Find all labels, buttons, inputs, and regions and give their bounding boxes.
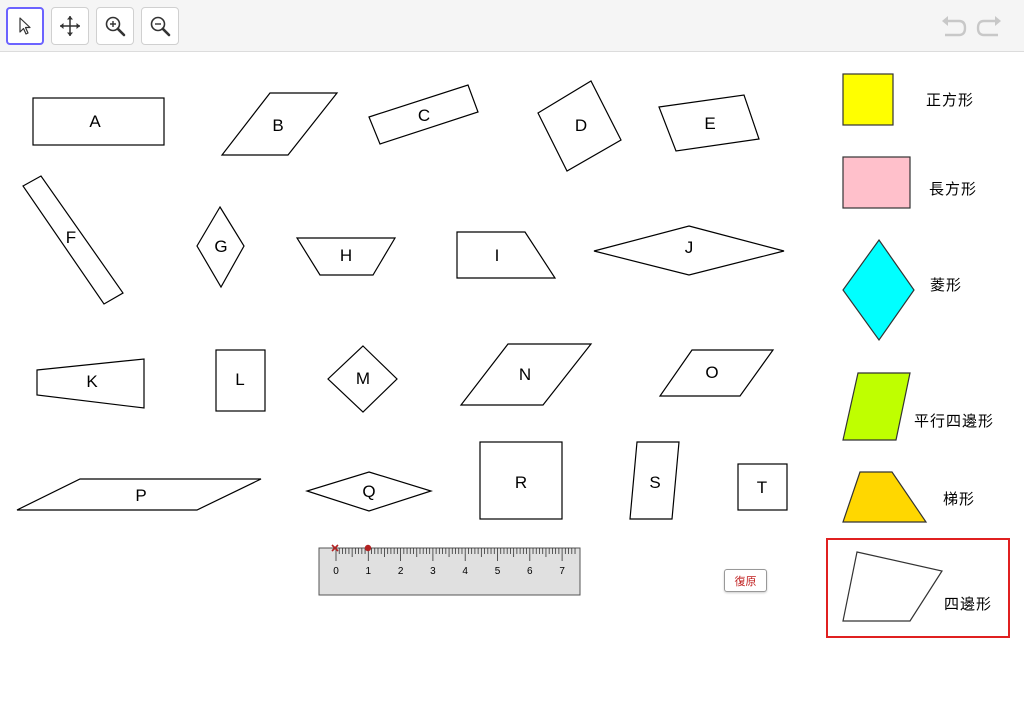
shape-h[interactable]: H bbox=[295, 237, 397, 276]
shape-l-label: L bbox=[235, 370, 244, 389]
category-label-quadrilateral: 四邊形 bbox=[944, 595, 993, 613]
ruler-tick-label: 3 bbox=[430, 566, 436, 577]
zoom-out-icon bbox=[150, 16, 171, 37]
toolbar bbox=[0, 0, 1024, 52]
four-arrows-icon bbox=[60, 16, 80, 36]
category-label-parallelogram: 平行四邊形 bbox=[914, 412, 995, 430]
shape-d[interactable]: D bbox=[537, 80, 622, 172]
ruler-tick-label: 6 bbox=[527, 566, 533, 577]
shape-m-label: M bbox=[356, 369, 370, 388]
rhombus-swatch[interactable] bbox=[842, 238, 915, 342]
shape-a-label: A bbox=[89, 112, 101, 131]
shape-g[interactable]: G bbox=[196, 205, 245, 289]
shape-d-label: D bbox=[575, 116, 587, 135]
shape-p[interactable]: P bbox=[16, 478, 262, 511]
ruler-end-point[interactable] bbox=[364, 544, 372, 552]
selected-category-highlight bbox=[826, 538, 1010, 638]
ruler-tick-label: 2 bbox=[398, 566, 404, 577]
shape-e-label: E bbox=[704, 114, 715, 133]
graphics-view[interactable]: A B C D E F G H I J K L M N O P Q R S T … bbox=[0, 52, 812, 700]
category-panel: 正方形 長方形 菱形 平行四邊形 梯形 四邊形 bbox=[812, 52, 1024, 700]
shape-t-label: T bbox=[757, 478, 767, 497]
shape-j[interactable]: J bbox=[593, 225, 785, 276]
shape-b[interactable]: B bbox=[220, 92, 339, 156]
shape-g-label: G bbox=[214, 237, 227, 256]
shapes-canvas[interactable]: A B C D E F G H I J K L M N O P Q R S T … bbox=[0, 52, 812, 700]
ruler-tick-label: 0 bbox=[333, 566, 339, 577]
shape-c-label: C bbox=[418, 106, 430, 125]
trapezoid-swatch[interactable] bbox=[842, 471, 928, 523]
shape-q-label: Q bbox=[362, 482, 375, 501]
category-label-rhombus: 菱形 bbox=[930, 276, 963, 294]
ruler-tick-label: 4 bbox=[462, 566, 468, 577]
shape-s-label: S bbox=[649, 473, 660, 492]
zoom-in-button[interactable] bbox=[96, 7, 134, 45]
shape-i[interactable]: I bbox=[456, 231, 557, 279]
ruler[interactable]: 0 1 2 3 4 5 6 7 bbox=[318, 544, 581, 596]
shape-f-label: F bbox=[66, 228, 76, 247]
ruler-tick-label: 1 bbox=[366, 566, 372, 577]
category-label-trapezoid: 梯形 bbox=[943, 490, 976, 508]
zoom-in-icon bbox=[105, 16, 126, 37]
shape-e[interactable]: E bbox=[658, 94, 760, 152]
shape-m[interactable]: M bbox=[327, 345, 398, 413]
undo-icon bbox=[942, 16, 967, 37]
shape-n-label: N bbox=[519, 365, 531, 384]
ruler-tick-label: 7 bbox=[559, 566, 565, 577]
arrow-cursor-icon bbox=[19, 17, 31, 35]
shape-j-label: J bbox=[685, 238, 694, 257]
shape-h-label: H bbox=[340, 246, 352, 265]
shape-o-label: O bbox=[705, 363, 718, 382]
category-label-rectangle: 長方形 bbox=[929, 180, 978, 198]
shape-a[interactable]: A bbox=[32, 97, 165, 146]
rectangle-swatch[interactable] bbox=[842, 156, 911, 209]
shape-l[interactable]: L bbox=[215, 349, 266, 412]
move-tool-button[interactable] bbox=[6, 7, 44, 45]
shape-f[interactable]: F bbox=[22, 175, 124, 305]
shape-n[interactable]: N bbox=[459, 343, 593, 406]
zoom-out-button[interactable] bbox=[141, 7, 179, 45]
shape-s[interactable]: S bbox=[629, 441, 680, 520]
shape-r[interactable]: R bbox=[479, 441, 563, 520]
shape-o[interactable]: O bbox=[658, 349, 775, 397]
shape-k[interactable]: K bbox=[36, 358, 145, 409]
ruler-tick-label: 5 bbox=[495, 566, 501, 577]
category-label-square: 正方形 bbox=[926, 91, 975, 109]
shape-q[interactable]: Q bbox=[305, 471, 433, 512]
redo-button[interactable] bbox=[975, 12, 1005, 42]
shape-c[interactable]: C bbox=[368, 84, 479, 145]
redo-icon bbox=[976, 16, 1001, 37]
reset-button[interactable]: 復原 bbox=[724, 569, 767, 592]
shape-k-label: K bbox=[86, 372, 98, 391]
move-view-button[interactable] bbox=[51, 7, 89, 45]
square-swatch[interactable] bbox=[842, 73, 894, 126]
shape-i-label: I bbox=[495, 246, 500, 265]
shape-p-label: P bbox=[135, 486, 146, 505]
shape-b-label: B bbox=[272, 116, 283, 135]
shape-r-label: R bbox=[515, 473, 527, 492]
undo-button[interactable] bbox=[938, 12, 968, 42]
parallelogram-swatch[interactable] bbox=[842, 372, 911, 441]
shape-t[interactable]: T bbox=[737, 463, 788, 511]
